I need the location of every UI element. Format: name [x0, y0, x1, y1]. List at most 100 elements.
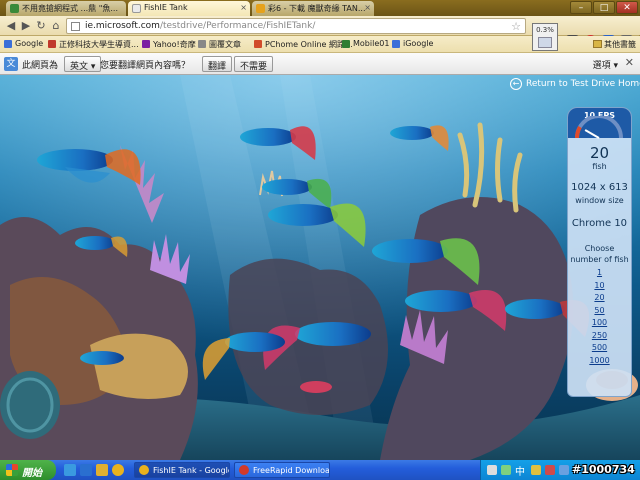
chrome-icon[interactable] [112, 464, 124, 476]
bookmark-yahoo[interactable]: Yahoo!奇摩 [142, 39, 196, 50]
show-desktop-icon[interactable] [64, 464, 76, 476]
minimize-button[interactable]: – [570, 1, 592, 14]
folder-icon[interactable] [96, 464, 108, 476]
url-text[interactable]: ie.microsoft.com/testdrive/Performance/F… [85, 21, 315, 31]
taskbar: 開始 FishIE Tank - Google ... FreeRapid Do… [0, 460, 640, 480]
url-path: /testdrive/Performance/FishIETank/ [159, 21, 316, 31]
igoogle-icon [392, 40, 400, 48]
tray-icon[interactable] [501, 465, 511, 475]
reload-button[interactable]: ↻ [34, 19, 48, 33]
window-controls: – □ ✕ [570, 1, 638, 14]
tab-close-icon[interactable]: × [240, 3, 247, 12]
yellow-coral [90, 333, 188, 399]
tray-icon[interactable] [531, 465, 541, 475]
return-to-test-drive-link[interactable]: ← Return to Test Drive Home [510, 78, 640, 90]
zoom-level: 0.3% [536, 26, 554, 34]
aquarium-scene [0, 75, 640, 460]
bookmark-label: 圖覆文章 [209, 40, 241, 49]
fish-tank-canvas: ← Return to Test Drive Home 10 FPS 20 fi… [0, 75, 640, 460]
bookmark-pchome[interactable]: PChome Online 網路... [254, 39, 353, 50]
close-translate-icon[interactable]: ✕ [625, 56, 634, 69]
gauge-fill [575, 126, 582, 139]
translate-button[interactable]: 翻譯 [202, 56, 233, 72]
bookmark-star-icon[interactable]: ☆ [511, 20, 521, 33]
tab-1[interactable]: 不用竟搶網程式 ...鼎 "魚... [6, 1, 126, 16]
other-bookmarks-label: 其他書籤 [604, 40, 636, 49]
taskbar-freerapid-button[interactable]: FreeRapid Downloade... [234, 462, 330, 478]
image-watermark: #1000734 [572, 463, 635, 476]
tray-icon[interactable] [545, 465, 555, 475]
forward-button[interactable]: ▶ [19, 19, 33, 33]
mobile01-icon [342, 40, 350, 48]
bookmark-google[interactable]: Google [4, 39, 43, 48]
windows-logo-icon [6, 464, 18, 476]
language-select[interactable]: 英文 ▾ [64, 56, 102, 72]
pchome-icon [254, 40, 262, 48]
bookmark-label: iGoogle [403, 39, 434, 48]
yahoo-icon [142, 40, 150, 48]
fish-option-50[interactable]: 50 [568, 305, 631, 318]
other-bookmarks[interactable]: 其他書籤 [593, 39, 636, 50]
taskbar-chrome-button[interactable]: FishIE Tank - Google ... [134, 462, 230, 478]
start-button[interactable]: 開始 [0, 460, 56, 480]
back-button[interactable]: ◀ [4, 19, 18, 33]
translate-icon: 文 [4, 57, 18, 71]
fish-option-100[interactable]: 100 [568, 317, 631, 330]
zoom-indicator: 0.3% [532, 23, 558, 51]
return-link-label: Return to Test Drive Home [526, 79, 640, 89]
back-arrow-icon: ← [510, 78, 522, 90]
translate-page-is-in: 此網頁為 [22, 61, 59, 71]
home-button[interactable]: ⌂ [49, 19, 63, 33]
fps-gauge [575, 116, 623, 139]
no-translate-button[interactable]: 不需要 [234, 56, 274, 72]
ime-indicator[interactable]: 中 [515, 463, 525, 478]
tab-label: 不用竟搶網程式 ...鼎 "魚... [22, 4, 119, 13]
fish-options: 1 10 20 50 100 250 500 1000 [568, 267, 631, 367]
translate-options[interactable]: 選項 ▾ [593, 58, 618, 71]
fish-option-10[interactable]: 10 [568, 280, 631, 293]
bookmark-igoogle[interactable]: iGoogle [392, 39, 433, 48]
browser-name: Chrome 10 [571, 218, 628, 229]
page-icon [198, 40, 206, 48]
fish-option-1000[interactable]: 1000 [568, 355, 631, 368]
address-bar[interactable]: ie.microsoft.com/testdrive/Performance/F… [66, 18, 526, 34]
tab-favicon [10, 4, 19, 13]
bookmark-label: Google [15, 39, 44, 48]
bookmark-label: Yahoo!奇摩 [153, 40, 196, 49]
fish-option-250[interactable]: 250 [568, 330, 631, 343]
tray-icon[interactable] [487, 465, 497, 475]
fish-option-1[interactable]: 1 [568, 267, 631, 280]
fish-option-20[interactable]: 20 [568, 292, 631, 305]
tab-3[interactable]: 彩6 - 下載 魔獸奇緣 TAN... × [252, 1, 374, 16]
start-label: 開始 [22, 468, 42, 479]
folder-icon [593, 40, 602, 48]
tab-fishie[interactable]: FishIE Tank × [128, 1, 250, 16]
translate-question: 您要翻譯網頁內容嗎？ [100, 61, 191, 71]
zoom-thumbnail [538, 37, 552, 48]
bookmark-articles[interactable]: 圖覆文章 [198, 39, 241, 50]
translate-bar: 文 此網頁為 英文 ▾ 您要翻譯網頁內容嗎？ 翻譯 不需要 選項 ▾ ✕ [0, 53, 640, 75]
tab-favicon [256, 4, 265, 13]
ie-icon[interactable] [80, 464, 92, 476]
bookmark-label: Mobile01 [353, 39, 390, 48]
freerapid-icon [239, 465, 249, 475]
fish-control-panel: 10 FPS 20 fish 1024 x 613 window size Ch… [567, 107, 632, 397]
window-size-label: window size [575, 196, 624, 205]
gauge-needle [584, 129, 600, 139]
gauge-track [575, 116, 623, 139]
fish-option-500[interactable]: 500 [568, 342, 631, 355]
google-icon [4, 40, 12, 48]
page-icon [71, 22, 80, 31]
school-icon [48, 40, 56, 48]
url-host: ie.microsoft.com [85, 21, 160, 31]
bookmark-label: PChome Online 網路... [265, 40, 353, 49]
bookmark-school[interactable]: 正修科技大學生導資... [48, 39, 139, 50]
taskbar-button-label: FishIE Tank - Google ... [153, 466, 230, 475]
tab-close-icon[interactable]: × [364, 3, 371, 12]
tab-favicon [132, 4, 141, 13]
window-size: 1024 x 613 [571, 182, 628, 193]
maximize-button[interactable]: □ [593, 1, 615, 14]
tray-icon[interactable] [559, 465, 569, 475]
bookmark-mobile01[interactable]: Mobile01 [342, 39, 389, 48]
close-window-button[interactable]: ✕ [616, 1, 638, 14]
